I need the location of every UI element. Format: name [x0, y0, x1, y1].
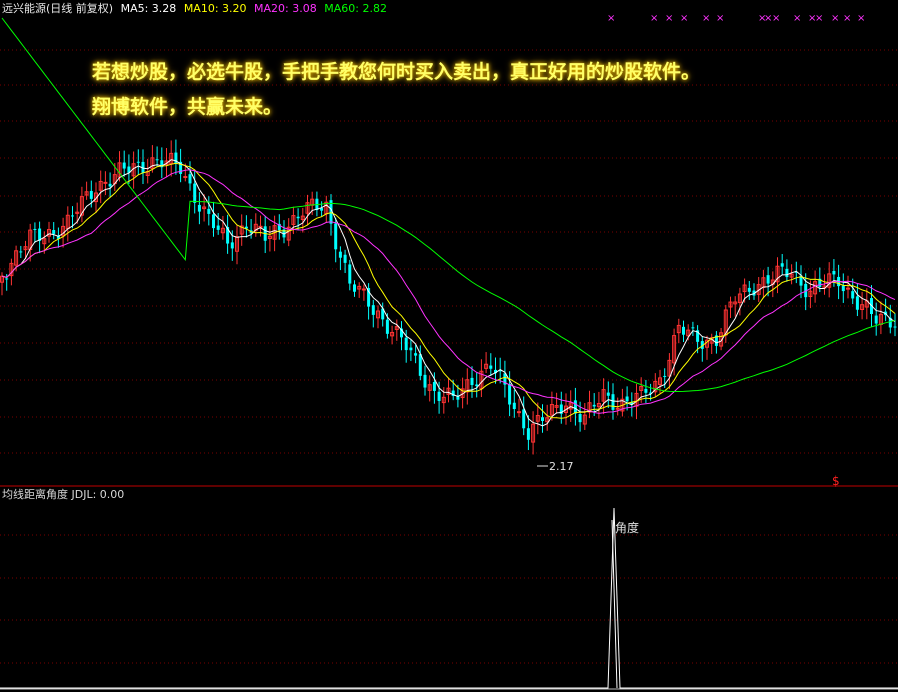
top-marker: ×: [680, 13, 688, 24]
candle-body-down: [52, 230, 56, 234]
candlesticks: [0, 139, 897, 455]
candle-body-down: [33, 228, 37, 230]
candle-body-down: [155, 159, 159, 161]
candle-body-down: [841, 285, 845, 292]
candle-body-down: [611, 394, 615, 410]
candle-body-down: [409, 347, 413, 351]
candle-body-down: [188, 174, 192, 184]
candle-body-down: [353, 284, 356, 292]
top-marker: ×: [650, 13, 658, 24]
candle-body-down: [437, 391, 441, 401]
ad-text-line-2: 翔博软件，共赢未来。: [92, 96, 283, 118]
candle-body-down: [296, 216, 300, 219]
candle-body-down: [338, 251, 342, 258]
candle-body-up: [517, 411, 521, 414]
ma20-line: [1, 169, 896, 414]
low-price-annotation: 2.17: [537, 460, 574, 473]
candle-body-down: [766, 275, 770, 284]
candle-body-down: [334, 223, 338, 250]
candle-body-down: [682, 326, 685, 335]
candle-body-down: [122, 162, 126, 169]
candle-body-down: [851, 291, 855, 299]
candle-body-down: [855, 296, 859, 310]
candle-body-up: [103, 181, 108, 184]
signal-marker: $: [832, 474, 840, 488]
top-marker: ×: [607, 13, 615, 24]
candle-body-down: [193, 183, 197, 203]
top-marker: ×: [665, 13, 673, 24]
candle-body-down: [508, 383, 512, 405]
chart-grid: [0, 49, 898, 690]
top-marker: ×: [831, 13, 839, 24]
candle-body-down: [207, 208, 211, 214]
candle-body-down: [348, 264, 352, 284]
candle-body-down: [785, 268, 789, 278]
candle-body-down: [197, 204, 201, 212]
candle-body-down: [512, 402, 516, 410]
candle-body-down: [573, 400, 577, 414]
candle-body-down: [644, 388, 648, 393]
candle-body-down: [418, 354, 422, 376]
candle-body-down: [663, 375, 667, 377]
candle-body-down: [522, 409, 526, 429]
indicator-header: 均线距离角度 JDJL: 0.00: [2, 488, 125, 501]
candle-body-down: [414, 353, 418, 356]
candle-body-down: [423, 374, 427, 388]
candle-body-down: [136, 161, 140, 163]
top-marker: ×: [857, 13, 865, 24]
candle-body-down: [475, 384, 479, 387]
top-marker: ×: [772, 13, 780, 24]
top-marker: ×: [843, 13, 851, 24]
candle-body-down: [230, 242, 234, 249]
top-marker: ×: [815, 13, 823, 24]
candle-body-down: [470, 377, 474, 386]
candle-body-down: [19, 251, 23, 253]
candle-body-up: [258, 225, 263, 228]
candle-body-down: [625, 396, 629, 402]
candle-body-down: [747, 287, 751, 292]
candle-body-down: [5, 278, 9, 280]
candle-body-down: [89, 190, 93, 199]
top-markers: × × × × × × ×× × × ×× × × ×: [607, 13, 865, 24]
candle-body-down: [371, 305, 375, 315]
candle-body-down: [578, 413, 582, 423]
candle-body-down: [526, 428, 530, 440]
candle-body-up: [615, 407, 620, 410]
candle-body-down: [592, 404, 596, 407]
low-price-label: 2.17: [549, 460, 574, 473]
candle-body-down: [691, 327, 695, 329]
candle-body-down: [404, 337, 408, 351]
candle-body-down: [832, 270, 836, 275]
candle-body-up: [361, 288, 366, 291]
candle-body-down: [343, 254, 347, 263]
top-marker: ×: [702, 13, 710, 24]
candle-body-down: [780, 263, 784, 267]
candle-body-down: [606, 392, 610, 396]
candle-body-down: [874, 315, 878, 324]
top-marker: ×: [716, 13, 724, 24]
candle-body-down: [71, 215, 74, 217]
angle-label: 角度: [615, 520, 639, 535]
candle-body-down: [489, 365, 493, 369]
candle-body-down: [212, 214, 215, 229]
candle-body-down: [216, 225, 220, 230]
candle-body-down: [432, 382, 436, 391]
candle-body-up: [183, 176, 188, 179]
candle-body-down: [108, 183, 112, 187]
ad-text-line-1: 若想炒股，必选牛股，手把手教您何时买入卖出，真正好用的炒股软件。: [92, 61, 701, 83]
candle-body-down: [893, 326, 897, 328]
candle-body-down: [385, 319, 389, 334]
candle-body-down: [541, 417, 544, 421]
top-marker: ×: [793, 13, 801, 24]
